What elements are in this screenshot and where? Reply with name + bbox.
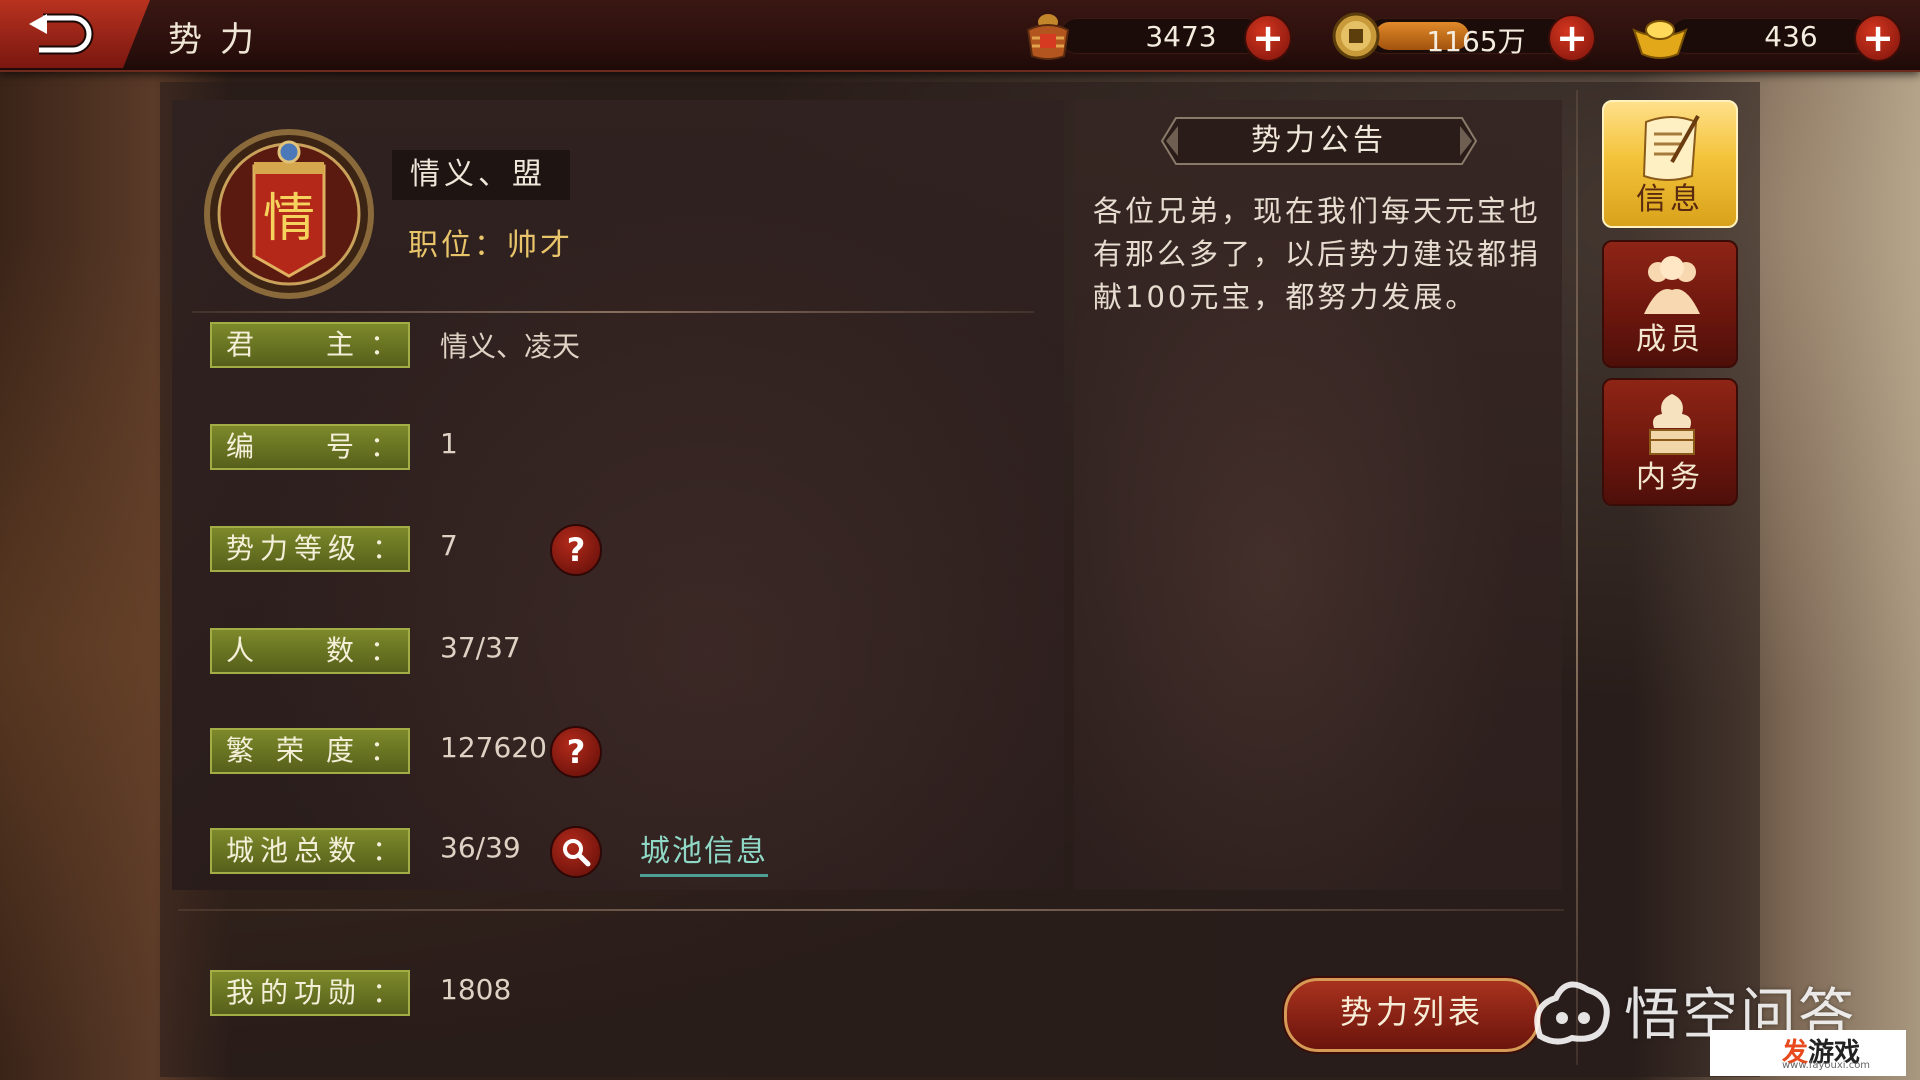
city-search-button[interactable] <box>550 826 602 878</box>
label-char: 君 <box>226 328 261 361</box>
emblem-char: 情 <box>263 189 315 249</box>
gold-value: 436 <box>1764 20 1818 53</box>
tab-info-label: 信息 <box>1636 182 1704 217</box>
label-colon: ： <box>372 532 401 565</box>
label-char: 数 <box>325 634 360 667</box>
label-text: 繁荣度 <box>226 730 360 772</box>
gold-resource: 436 + <box>1630 8 1910 62</box>
label-char: 度 <box>325 734 360 767</box>
search-icon <box>563 839 591 867</box>
notice-title: 势力公告 <box>1251 123 1387 158</box>
value-merit: 1808 <box>440 973 512 1006</box>
value-cities: 36/39 <box>440 831 521 864</box>
coin-resource: 1165万 + <box>1330 8 1600 62</box>
grain-basket-icon <box>1026 14 1070 60</box>
label-char: 功 <box>294 976 329 1009</box>
grain-value: 3473 <box>1145 20 1217 53</box>
prosperity-help-button[interactable]: ? <box>550 726 602 778</box>
label-cities: 城池总数 ： <box>210 828 410 874</box>
label-text: 君主 <box>226 324 360 366</box>
copper-coin-icon <box>1332 12 1380 60</box>
label-text: 势力等级 <box>226 528 362 570</box>
tab-affairs[interactable]: 内务 <box>1602 378 1738 506</box>
label-char: 编 <box>226 430 261 463</box>
label-colon: ： <box>369 328 398 361</box>
label-char: 等 <box>294 532 329 565</box>
plus-icon: + <box>1862 16 1894 60</box>
tab-info[interactable]: 信息 <box>1602 100 1738 228</box>
corner-logo: 发游戏 www.fayouxi.com <box>1710 1030 1906 1076</box>
back-button[interactable] <box>0 0 150 68</box>
value-members: 37/37 <box>440 631 521 664</box>
grain-resource: 3473 + <box>1020 8 1300 62</box>
label-char: 号 <box>325 430 360 463</box>
label-text: 编号 <box>226 426 360 468</box>
add-coin-button[interactable]: + <box>1548 14 1596 62</box>
label-text: 我的功勋 <box>226 972 362 1014</box>
label-char: 我 <box>226 976 261 1009</box>
value-level: 7 <box>440 529 458 562</box>
gold-ingot-icon <box>1632 20 1688 59</box>
value-monarch: 情义、凌天 <box>440 330 581 363</box>
label-colon: ： <box>369 734 398 767</box>
add-gold-button[interactable]: + <box>1854 14 1902 62</box>
label-char: 池 <box>260 834 295 867</box>
member-position: 职位：帅才 <box>408 228 573 263</box>
label-prosperity: 繁荣度 ： <box>210 728 410 774</box>
panel-separator <box>1576 90 1578 1065</box>
bottom-divider <box>178 909 1564 911</box>
label-char: 城 <box>226 834 261 867</box>
corner-url: www.fayouxi.com <box>1782 1060 1871 1071</box>
question-icon: ? <box>566 733 586 771</box>
tab-members[interactable]: 成员 <box>1602 240 1738 368</box>
label-char: 勋 <box>328 976 363 1009</box>
label-colon: ： <box>372 976 401 1009</box>
label-monarch: 君主： <box>210 322 410 368</box>
tab-members-label: 成员 <box>1636 322 1704 357</box>
label-char: 的 <box>260 976 295 1009</box>
wukong-logo-icon <box>1534 981 1610 1045</box>
level-help-button[interactable]: ? <box>550 524 602 576</box>
label-char: 人 <box>226 634 261 667</box>
alliance-list-button[interactable]: 势力列表 <box>1284 978 1540 1052</box>
label-char: 主 <box>325 328 360 361</box>
top-bar: 势力 3473 + 1165万 + 436 + <box>0 0 1920 72</box>
label-char: 势 <box>226 532 261 565</box>
label-char: 繁 <box>226 734 261 767</box>
label-level: 势力等级 ： <box>210 526 410 572</box>
label-char: 荣 <box>275 734 310 767</box>
label-merit: 我的功勋 ： <box>210 970 410 1016</box>
info-divider <box>192 311 1034 313</box>
back-arrow-icon <box>29 13 94 55</box>
label-char: 级 <box>328 532 363 565</box>
label-colon: ： <box>372 834 401 867</box>
question-icon: ? <box>566 531 586 569</box>
plus-icon: + <box>1556 16 1588 60</box>
label-text: 城池总数 <box>226 830 362 872</box>
label-char: 总 <box>294 834 329 867</box>
notice-text: 各位兄弟，现在我们每天元宝也有那么多了，以后势力建设都捐献100元宝，都努力发展… <box>1093 194 1542 314</box>
label-colon: ： <box>369 430 398 463</box>
label-id: 编号： <box>210 424 410 470</box>
label-char: 力 <box>260 532 295 565</box>
coin-value: 1165万 <box>1426 25 1526 58</box>
value-id: 1 <box>440 427 458 460</box>
add-grain-button[interactable]: + <box>1244 14 1292 62</box>
alliance-name: 情义、盟 <box>392 150 570 200</box>
label-text: 人数 <box>226 630 360 672</box>
value-prosperity: 127620 <box>440 731 547 764</box>
plus-icon: + <box>1252 16 1284 60</box>
game-screen: 势力 3473 + 1165万 + 436 + 情 情义、盟 职位：帅才 君 主… <box>0 0 1920 1080</box>
label-members: 人数： <box>210 628 410 674</box>
label-char: 数 <box>328 834 363 867</box>
alliance-emblem: 情 <box>204 129 374 299</box>
page-title: 势力 <box>168 20 272 60</box>
city-info-link[interactable]: 城池信息 <box>640 826 768 877</box>
tab-affairs-label: 内务 <box>1636 460 1704 495</box>
label-colon: ： <box>369 634 398 667</box>
